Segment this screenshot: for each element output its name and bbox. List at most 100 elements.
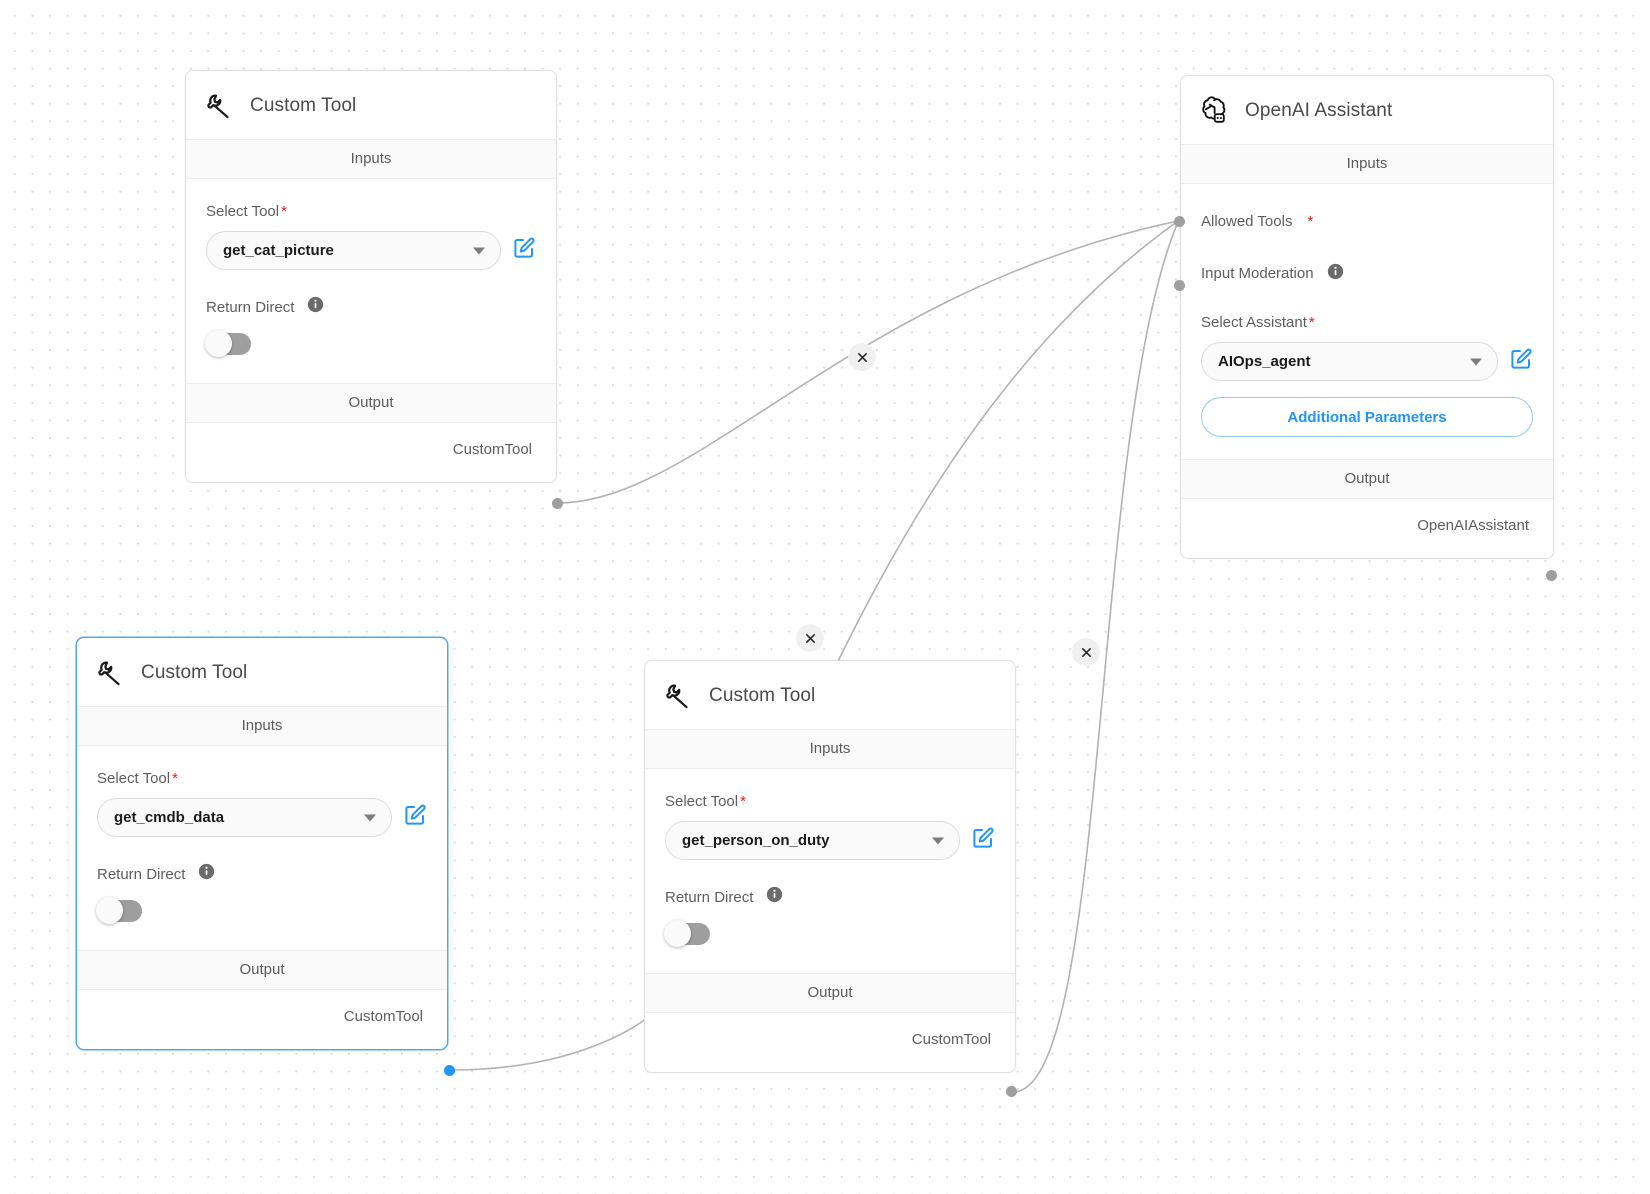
output-row: CustomTool	[645, 1013, 1015, 1068]
select-assistant-row: AIOps_agent	[1201, 342, 1533, 381]
return-direct-toggle[interactable]	[96, 897, 142, 924]
input-moderation-row: Input Moderation	[1181, 263, 1553, 284]
output-section-label: Output	[645, 973, 1015, 1013]
select-assistant-dropdown[interactable]: AIOps_agent	[1201, 342, 1498, 381]
node-openai-assistant[interactable]: OpenAI Assistant Inputs Allowed Tools * I…	[1180, 75, 1554, 559]
inputs-section-label: Inputs	[645, 729, 1015, 769]
input-allowed-tools-row: Allowed Tools *	[1181, 213, 1553, 230]
select-tool-label-text: Select Tool	[665, 793, 739, 810]
node-header: OpenAI Assistant	[1181, 76, 1553, 144]
output-row: CustomTool	[186, 423, 556, 478]
chevron-down-icon	[473, 247, 485, 254]
required-marker: *	[1307, 213, 1314, 230]
node-title: Custom Tool	[250, 95, 357, 116]
output-section-label: Output	[186, 383, 556, 423]
node-title: Custom Tool	[141, 662, 248, 683]
output-row: OpenAIAssistant	[1181, 499, 1553, 554]
output-row: CustomTool	[77, 990, 447, 1045]
node-custom-tool-2[interactable]: Custom Tool Inputs Select Tool * get_cmdb…	[76, 637, 448, 1050]
select-tool-label: Select Tool *	[665, 793, 995, 810]
select-tool-label-text: Select Tool	[97, 770, 171, 787]
wrench-icon	[202, 89, 236, 123]
output-handle-openai-assistant[interactable]	[1546, 570, 1557, 581]
output-label: CustomTool	[452, 441, 532, 458]
select-tool-field: Select Tool * get_cat_picture Return Dir…	[186, 203, 556, 357]
toggle-knob	[664, 920, 691, 947]
edge-delete-button-1[interactable]	[848, 343, 876, 371]
return-direct-row: Return Direct	[665, 886, 995, 908]
toggle-knob	[205, 330, 232, 357]
inputs-section-label: Inputs	[1181, 144, 1553, 184]
output-label: CustomTool	[911, 1031, 991, 1048]
return-direct-label: Return Direct	[665, 888, 754, 906]
inputs-section-label: Inputs	[77, 706, 447, 746]
return-direct-toggle[interactable]	[664, 920, 710, 947]
output-section-label: Output	[1181, 459, 1553, 499]
node-body: Select Tool * get_cmdb_data Return Direc…	[77, 770, 447, 1049]
select-tool-value: get_cat_picture	[223, 242, 334, 259]
edit-icon[interactable]	[971, 826, 995, 855]
node-header: Custom Tool	[186, 71, 556, 139]
flow-canvas[interactable]: Custom Tool Inputs Select Tool * get_cat_…	[0, 0, 1650, 1194]
return-direct-row: Return Direct	[206, 296, 536, 318]
info-icon[interactable]	[198, 863, 215, 885]
return-direct-toggle[interactable]	[205, 330, 251, 357]
edge-delete-button-2[interactable]	[796, 624, 824, 652]
select-tool-dropdown[interactable]: get_person_on_duty	[665, 821, 960, 860]
output-section-label: Output	[77, 950, 447, 990]
select-tool-label: Select Tool *	[206, 203, 536, 220]
output-handle-custom-tool-1[interactable]	[552, 498, 563, 509]
wrench-icon	[661, 679, 695, 713]
select-tool-field: Select Tool * get_person_on_duty Return …	[645, 793, 1015, 947]
return-direct-label: Return Direct	[97, 865, 186, 883]
info-icon[interactable]	[766, 886, 783, 908]
required-marker: *	[1308, 314, 1315, 331]
info-icon[interactable]	[307, 296, 324, 318]
output-handle-custom-tool-2[interactable]	[444, 1065, 455, 1076]
inputs-section-label: Inputs	[186, 139, 556, 179]
select-tool-value: get_cmdb_data	[114, 809, 225, 826]
node-body: Select Tool * get_person_on_duty Return …	[645, 793, 1015, 1072]
select-assistant-label-text: Select Assistant	[1201, 314, 1307, 331]
select-assistant-value: AIOps_agent	[1218, 353, 1311, 370]
input-moderation-label: Input Moderation	[1201, 265, 1314, 282]
return-direct-label: Return Direct	[206, 298, 295, 316]
input-handle-allowed-tools[interactable]	[1174, 216, 1185, 227]
openai-icon	[1197, 94, 1231, 128]
select-tool-label-text: Select Tool	[206, 203, 280, 220]
additional-parameters-button[interactable]: Additional Parameters	[1201, 397, 1533, 437]
return-direct-row: Return Direct	[97, 863, 427, 885]
required-marker: *	[172, 770, 178, 787]
output-label: OpenAIAssistant	[1417, 517, 1529, 534]
required-marker: *	[740, 793, 746, 810]
select-tool-label: Select Tool *	[97, 770, 427, 787]
select-tool-row: get_cmdb_data	[97, 798, 427, 837]
select-tool-row: get_person_on_duty	[665, 821, 995, 860]
required-marker: *	[281, 203, 287, 220]
chevron-down-icon	[1470, 358, 1482, 365]
edit-icon[interactable]	[512, 236, 536, 265]
chevron-down-icon	[932, 837, 944, 844]
node-header: Custom Tool	[645, 661, 1015, 729]
select-tool-field: Select Tool * get_cmdb_data Return Direc…	[77, 770, 447, 924]
edit-icon[interactable]	[403, 803, 427, 832]
select-assistant-field: Select Assistant * AIOps_agent	[1181, 314, 1553, 381]
node-custom-tool-3[interactable]: Custom Tool Inputs Select Tool * get_pers…	[644, 660, 1016, 1073]
input-allowed-tools-label: Allowed Tools	[1201, 213, 1293, 230]
node-body: Allowed Tools * Input Moderation Select A…	[1181, 213, 1553, 558]
output-label: CustomTool	[343, 1008, 423, 1025]
select-tool-value: get_person_on_duty	[682, 832, 830, 849]
input-handle-input-moderation[interactable]	[1174, 280, 1185, 291]
info-icon[interactable]	[1327, 263, 1344, 284]
output-handle-custom-tool-3[interactable]	[1006, 1086, 1017, 1097]
wrench-icon	[93, 656, 127, 690]
edit-icon[interactable]	[1509, 347, 1533, 376]
node-custom-tool-1[interactable]: Custom Tool Inputs Select Tool * get_cat_…	[185, 70, 557, 483]
node-title: OpenAI Assistant	[1245, 100, 1393, 121]
select-tool-dropdown[interactable]: get_cmdb_data	[97, 798, 392, 837]
select-tool-row: get_cat_picture	[206, 231, 536, 270]
edge-delete-button-3[interactable]	[1072, 638, 1100, 666]
select-tool-dropdown[interactable]: get_cat_picture	[206, 231, 501, 270]
toggle-knob	[96, 897, 123, 924]
select-assistant-label: Select Assistant *	[1201, 314, 1533, 331]
